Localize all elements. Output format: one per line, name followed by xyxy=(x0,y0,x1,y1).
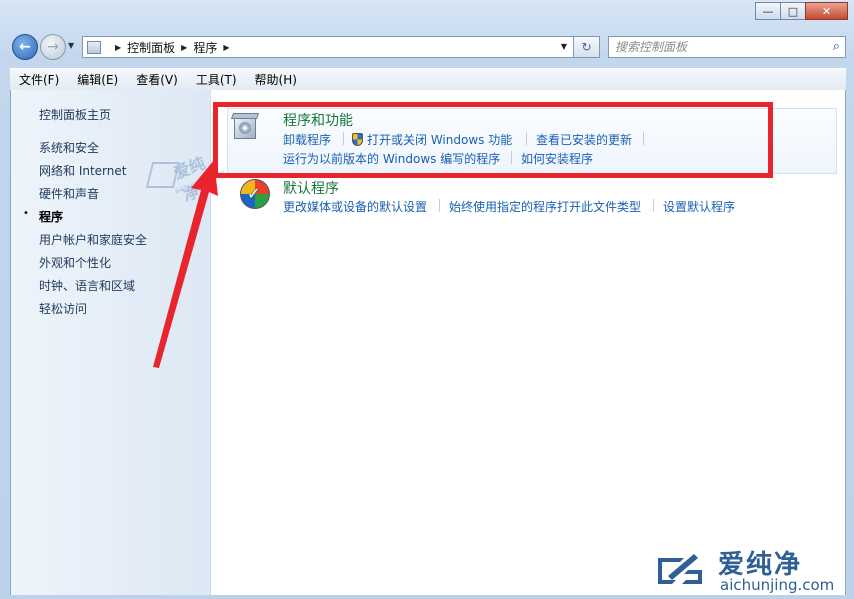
refresh-button[interactable]: ↻ xyxy=(574,36,600,58)
how-to-install-link[interactable]: 如何安装程序 xyxy=(521,150,593,167)
windows-features-label: 打开或关闭 Windows 功能 xyxy=(367,133,513,147)
search-box: ⌕ xyxy=(608,36,846,58)
default-programs-icon[interactable]: ✓ xyxy=(240,179,270,209)
sidebar-item-network[interactable]: 网络和 Internet xyxy=(39,162,126,179)
breadcrumb-separator[interactable]: ▶ xyxy=(223,43,229,52)
brand-logo-icon xyxy=(658,554,702,584)
address-dropdown-button[interactable]: ▼ xyxy=(561,42,567,51)
link-divider xyxy=(653,199,654,212)
link-divider xyxy=(643,132,644,145)
maximize-button[interactable]: □ xyxy=(780,2,806,20)
menu-help[interactable]: 帮助(H) xyxy=(246,71,306,88)
uac-shield-icon xyxy=(352,133,363,146)
sidebar-item-user-accounts[interactable]: 用户帐户和家庭安全 xyxy=(39,231,147,248)
breadcrumb-separator[interactable]: ▶ xyxy=(181,43,187,52)
search-icon[interactable]: ⌕ xyxy=(833,39,840,54)
programs-features-icon[interactable] xyxy=(230,111,260,141)
installed-updates-link[interactable]: 查看已安装的更新 xyxy=(536,131,632,148)
arrow-left-icon: ← xyxy=(19,39,31,55)
sidebar-item-home[interactable]: 控制面板主页 xyxy=(39,106,111,123)
watermark-logo: 爱纯净 aichunjing.com xyxy=(145,148,226,205)
breadcrumb-control-panel[interactable]: 控制面板 xyxy=(127,39,175,56)
link-divider xyxy=(343,132,344,145)
refresh-icon: ↻ xyxy=(581,40,592,54)
windows-features-link[interactable]: 打开或关闭 Windows 功能 xyxy=(352,131,512,148)
address-bar[interactable]: ▶ 控制面板 ▶ 程序 ▶ ▼ xyxy=(82,36,574,58)
sidebar-item-hardware-sound[interactable]: 硬件和声音 xyxy=(39,185,99,202)
menu-file[interactable]: 文件(F) xyxy=(10,71,68,88)
recent-pages-dropdown[interactable]: ▼ xyxy=(68,41,74,50)
file-type-association-link[interactable]: 始终使用指定的程序打开此文件类型 xyxy=(449,198,641,215)
compatibility-link[interactable]: 运行为以前版本的 Windows 编写的程序 xyxy=(283,150,500,167)
main-panel: 程序和功能 卸载程序 打开或关闭 Windows 功能 查看已安装的更新 运行为… xyxy=(221,90,846,595)
menu-tools[interactable]: 工具(T) xyxy=(187,71,246,88)
navigation-bar: ← → ▼ ▶ 控制面板 ▶ 程序 ▶ ▼ ↻ ⌕ xyxy=(0,32,854,62)
link-divider xyxy=(511,151,512,164)
menu-bar: 文件(F) 编辑(E) 查看(V) 工具(T) 帮助(H) xyxy=(10,68,846,91)
check-icon: ✓ xyxy=(247,184,261,203)
minimize-button[interactable]: — xyxy=(755,2,781,20)
breadcrumb-programs[interactable]: 程序 xyxy=(193,39,217,56)
link-divider xyxy=(439,199,440,212)
sidebar-item-clock-region[interactable]: 时钟、语言和区域 xyxy=(39,277,135,294)
sidebar-item-system-security[interactable]: 系统和安全 xyxy=(39,139,99,156)
sidebar-item-ease-of-access[interactable]: 轻松访问 xyxy=(39,300,87,317)
current-item-bullet: • xyxy=(23,208,29,219)
forward-button[interactable]: → xyxy=(40,34,66,60)
sidebar-item-programs: 程序 xyxy=(39,210,64,224)
section-title-programs-features[interactable]: 程序和功能 xyxy=(283,110,353,130)
window-controls: — □ ✕ xyxy=(755,2,848,20)
breadcrumb: ▶ 控制面板 ▶ 程序 ▶ xyxy=(109,39,236,56)
control-panel-icon xyxy=(87,40,101,54)
media-defaults-link[interactable]: 更改媒体或设备的默认设置 xyxy=(283,198,427,215)
link-divider xyxy=(526,132,527,145)
content-area: 控制面板主页 系统和安全 网络和 Internet 硬件和声音 • 程序 用户帐… xyxy=(10,90,846,595)
search-input[interactable] xyxy=(609,37,831,57)
uninstall-program-link[interactable]: 卸载程序 xyxy=(283,131,331,148)
sidebar: 控制面板主页 系统和安全 网络和 Internet 硬件和声音 • 程序 用户帐… xyxy=(11,90,226,595)
section-title-default-programs[interactable]: 默认程序 xyxy=(283,178,339,198)
back-button[interactable]: ← xyxy=(12,34,38,60)
arrow-right-icon: → xyxy=(47,39,59,55)
breadcrumb-separator[interactable]: ▶ xyxy=(115,43,121,52)
menu-view[interactable]: 查看(V) xyxy=(127,71,187,88)
sidebar-item-appearance[interactable]: 外观和个性化 xyxy=(39,254,111,271)
brand-watermark: 爱纯净 aichunjing.com xyxy=(650,544,850,596)
brand-url: aichunjing.com xyxy=(720,576,835,594)
set-default-programs-link[interactable]: 设置默认程序 xyxy=(663,198,735,215)
menu-edit[interactable]: 编辑(E) xyxy=(68,71,127,88)
close-button[interactable]: ✕ xyxy=(805,2,848,20)
